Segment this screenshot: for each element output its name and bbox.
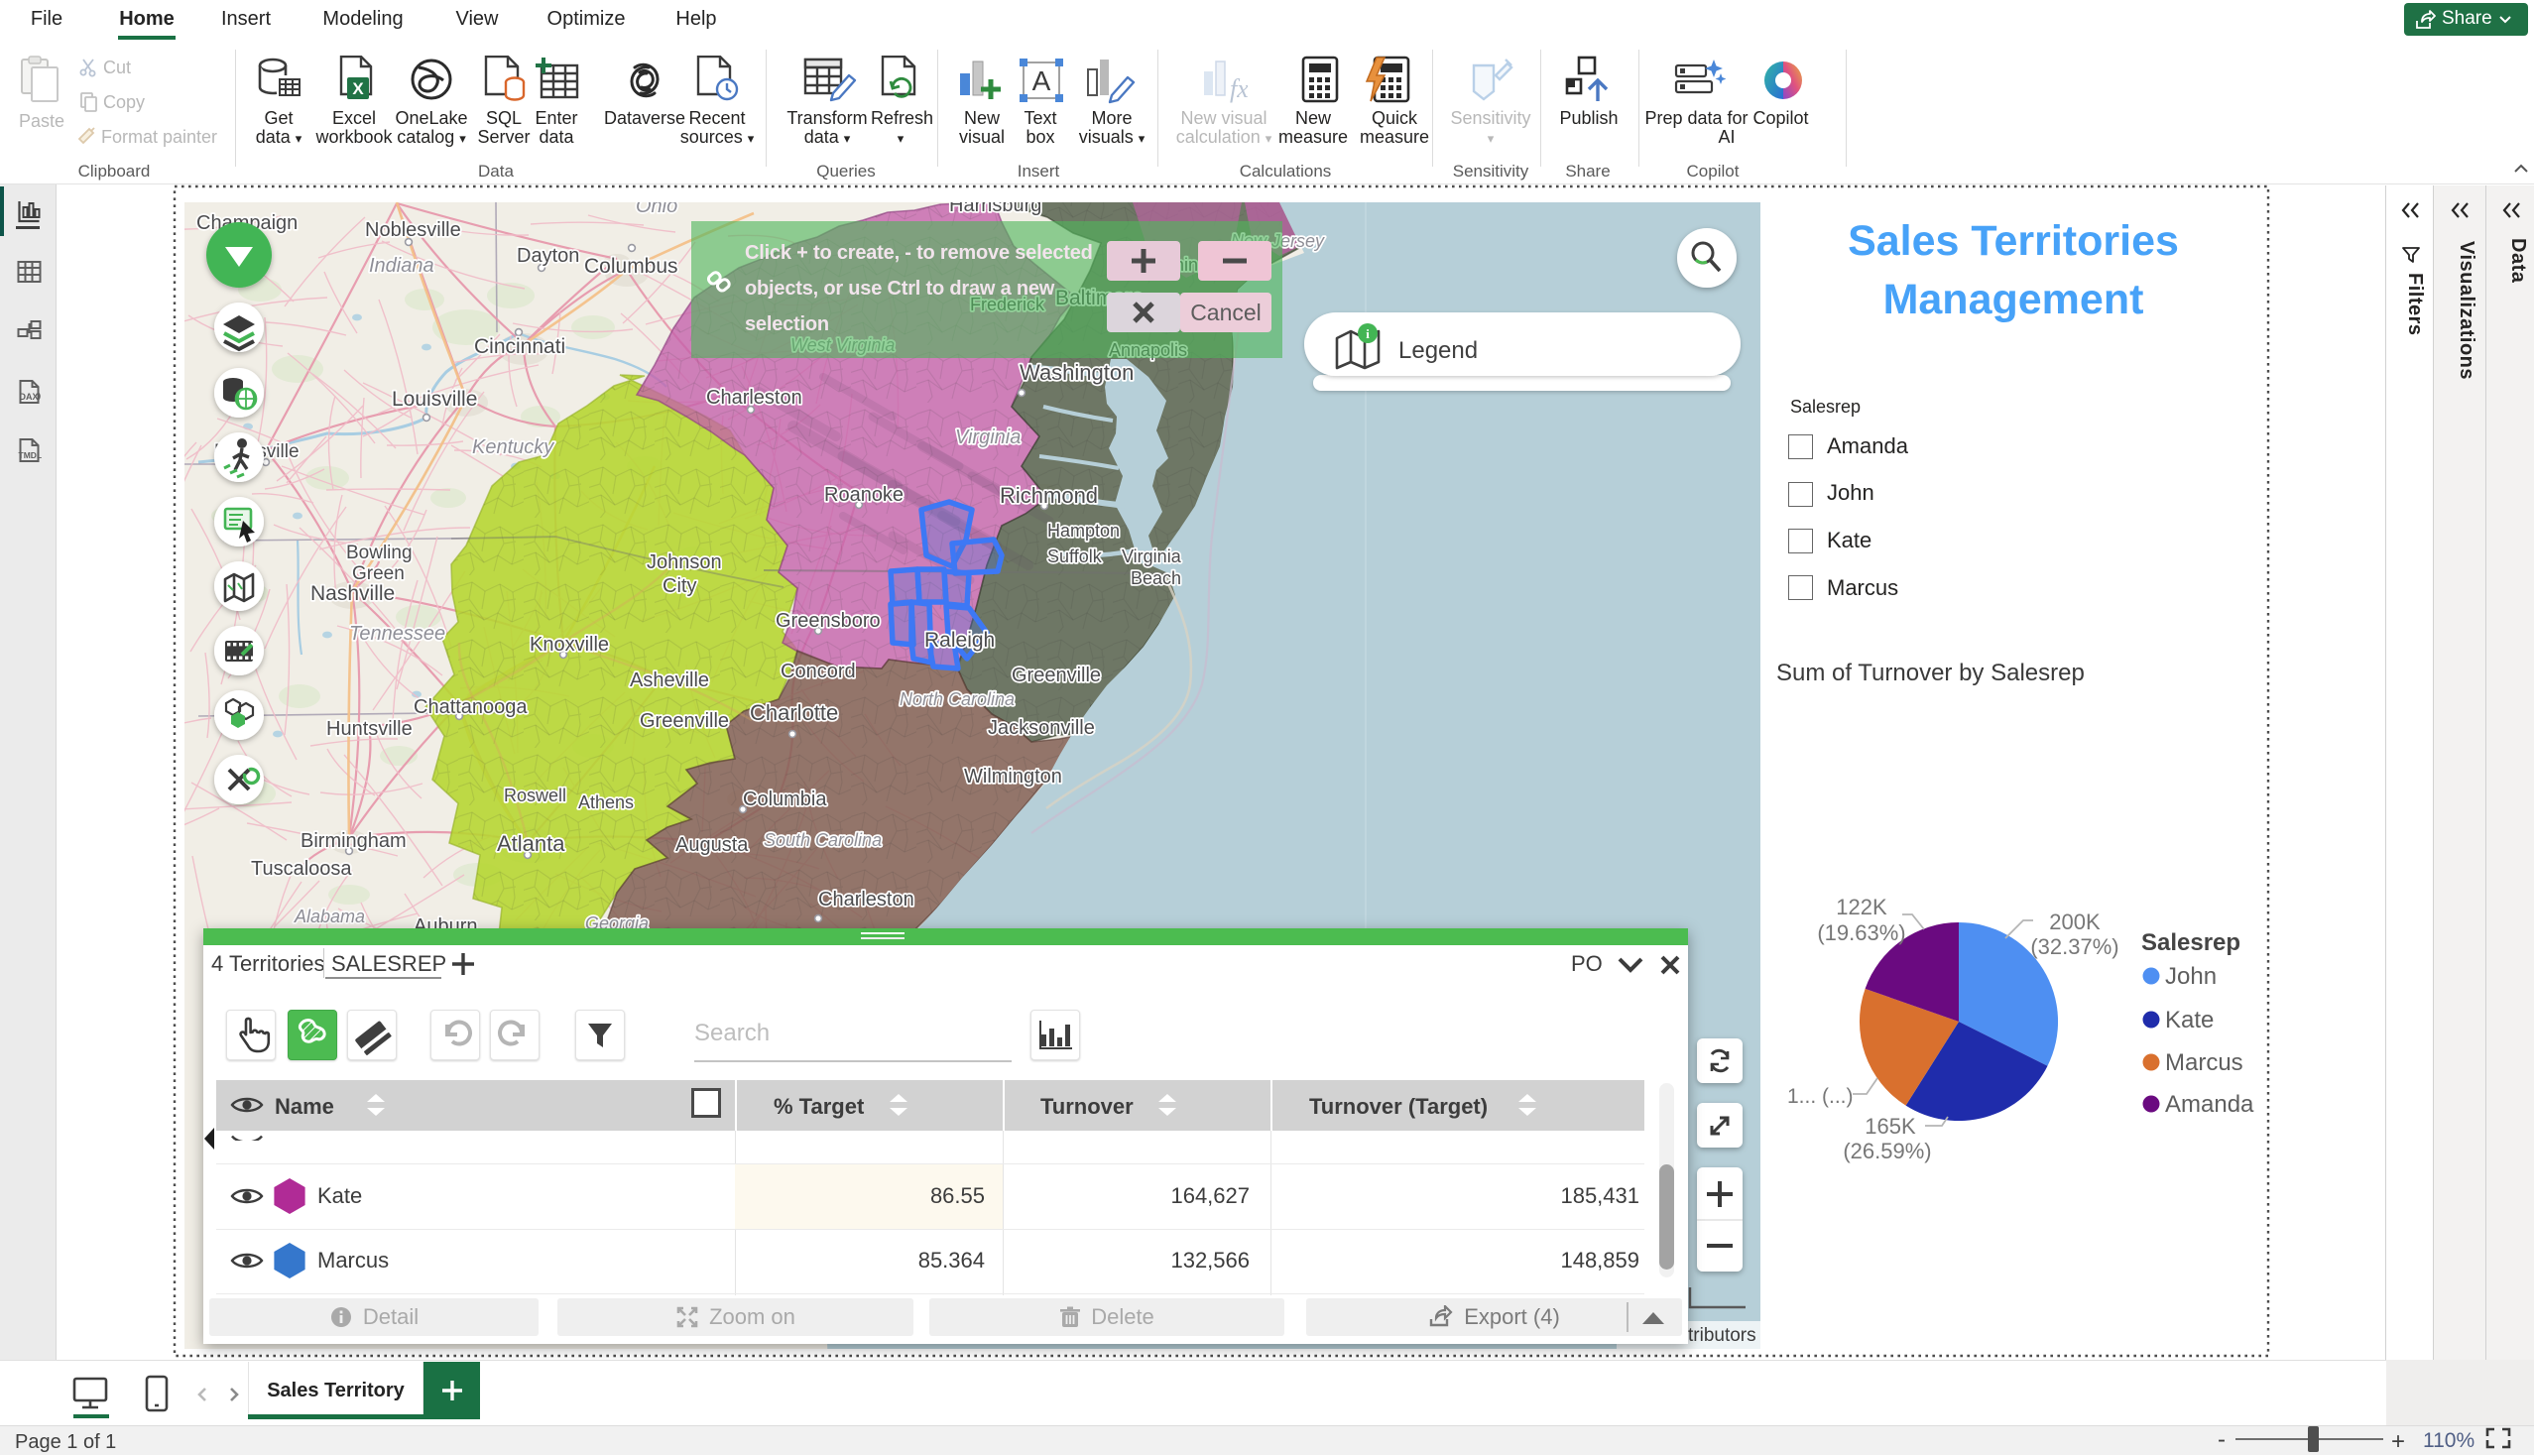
svg-text:Bowling: Bowling <box>346 543 413 563</box>
svg-text:(32.37%): (32.37%) <box>2030 934 2118 959</box>
svg-text:Hampton: Hampton <box>1047 521 1120 541</box>
svg-text:Beach: Beach <box>1131 568 1181 588</box>
svg-text:Greenville: Greenville <box>1012 665 1101 686</box>
svg-text:City: City <box>663 575 696 597</box>
svg-text:Johnson: Johnson <box>647 551 722 573</box>
svg-text:Green: Green <box>352 563 405 584</box>
svg-text:Suffolk: Suffolk <box>1047 546 1103 566</box>
svg-text:Knoxville: Knoxville <box>530 634 609 656</box>
svg-text:Charlotte: Charlotte <box>750 700 838 725</box>
svg-text:Roswell: Roswell <box>504 786 566 805</box>
svg-text:Charleston: Charleston <box>706 387 802 409</box>
svg-text:Noblesville: Noblesville <box>365 219 461 241</box>
svg-text:Asheville: Asheville <box>630 669 709 691</box>
svg-text:North Carolina: North Carolina <box>900 689 1015 709</box>
svg-text:Wilmington: Wilmington <box>964 766 1062 788</box>
svg-text:Dayton: Dayton <box>517 245 579 267</box>
svg-text:Augusta: Augusta <box>675 834 749 856</box>
svg-text:Ohio: Ohio <box>636 202 677 217</box>
svg-text:Amanda: Amanda <box>2165 1091 2254 1118</box>
svg-text:Greenville: Greenville <box>640 710 729 732</box>
svg-text:Marcus: Marcus <box>2165 1049 2243 1076</box>
svg-text:Virginia: Virginia <box>955 426 1021 448</box>
svg-text:Chattanooga: Chattanooga <box>414 696 528 718</box>
svg-text:John: John <box>2165 963 2217 990</box>
svg-text:(19.63%): (19.63%) <box>1817 920 1905 945</box>
svg-text:Richmond: Richmond <box>1000 483 1098 508</box>
svg-text:Tennessee: Tennessee <box>349 623 445 645</box>
svg-text:Raleigh: Raleigh <box>924 629 995 652</box>
svg-text:Washington: Washington <box>1020 360 1134 385</box>
svg-text:Kate: Kate <box>2165 1007 2214 1033</box>
svg-text:Charleston: Charleston <box>818 889 914 910</box>
svg-text:Salesrep: Salesrep <box>2141 929 2240 956</box>
svg-text:(26.59%): (26.59%) <box>1843 1139 1931 1163</box>
svg-text:Click + to create, - to remove: Click + to create, - to remove selected <box>745 242 1093 264</box>
svg-text:Legend: Legend <box>1398 337 1478 364</box>
svg-text:i: i <box>1366 326 1370 341</box>
svg-text:Greensboro: Greensboro <box>776 610 881 632</box>
svg-text:Cincinnati: Cincinnati <box>474 335 565 358</box>
svg-text:selection: selection <box>745 313 829 335</box>
svg-text:South Carolina: South Carolina <box>764 830 882 850</box>
svg-text:Louisville: Louisville <box>392 388 477 411</box>
svg-text:Atlanta: Atlanta <box>497 831 565 856</box>
svg-text:Cancel: Cancel <box>1190 300 1262 325</box>
svg-text:Athens: Athens <box>578 792 634 812</box>
svg-text:Roanoke: Roanoke <box>824 484 904 506</box>
svg-text:Alabama: Alabama <box>294 907 365 926</box>
svg-text:Kentucky: Kentucky <box>472 436 554 458</box>
svg-text:1... (...): 1... (...) <box>1787 1085 1854 1108</box>
svg-text:Indiana: Indiana <box>369 255 434 277</box>
svg-text:Virginia: Virginia <box>1122 546 1182 566</box>
svg-text:Nashville: Nashville <box>310 582 395 605</box>
svg-text:Columbia: Columbia <box>743 789 827 810</box>
svg-text:objects, or use Ctrl to draw a: objects, or use Ctrl to draw a new <box>745 278 1055 300</box>
svg-text:Huntsville: Huntsville <box>326 718 413 740</box>
svg-text:Jacksonville: Jacksonville <box>988 717 1095 739</box>
svg-text:165K: 165K <box>1865 1114 1916 1139</box>
svg-text:122K: 122K <box>1836 895 1887 919</box>
svg-text:200K: 200K <box>2049 910 2101 934</box>
svg-text:Concord: Concord <box>781 661 856 682</box>
svg-text:Tuscaloosa: Tuscaloosa <box>251 858 352 880</box>
svg-text:Birmingham: Birmingham <box>301 830 407 852</box>
svg-text:Columbus: Columbus <box>584 255 678 278</box>
svg-text:Harrisburg: Harrisburg <box>949 202 1041 216</box>
svg-text:tributors: tributors <box>1688 1325 1756 1346</box>
